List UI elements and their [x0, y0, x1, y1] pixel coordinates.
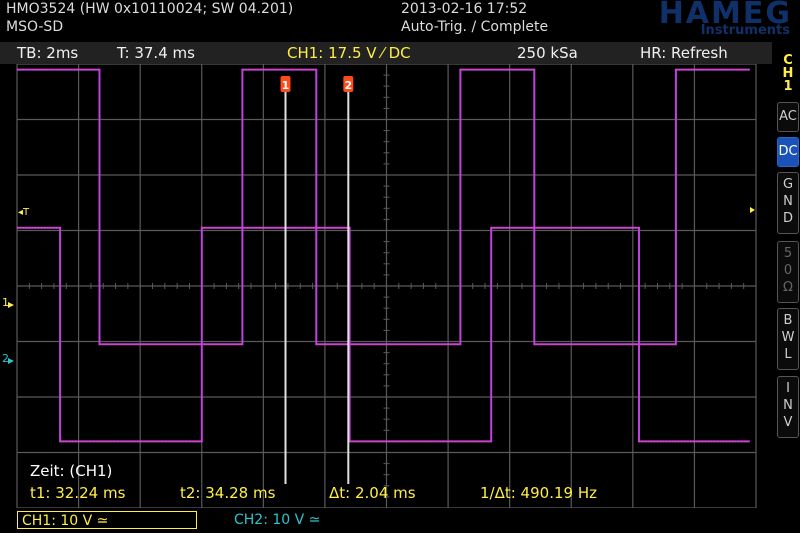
sidebar-channel-label: CH1 — [782, 53, 794, 94]
coupling-button-50ohm[interactable]: 50Ω — [777, 241, 799, 303]
trigger-time[interactable]: T: 37.4 ms — [117, 44, 195, 62]
timebase[interactable]: TB: 2ms — [17, 44, 78, 62]
coupling-button-ac[interactable]: AC — [777, 102, 799, 132]
mode-label: MSO-SD — [6, 19, 64, 35]
cursor-c1-label: 1 — [282, 79, 290, 92]
ch1-marker-arrow — [8, 302, 14, 308]
channel-sidebar: CH1 AC DC G N D 5 0 Ω B W L I N V — [776, 48, 800, 533]
trigger-status: Auto-Trig. / Complete — [401, 19, 549, 35]
readout-t2: t2: 34.28 ms — [180, 484, 276, 502]
device-model: HMO3524 (HW 0x10110024; SW 04.201) — [6, 1, 294, 17]
cursor-c2-label: 2 — [344, 79, 352, 92]
trigger-level-marker[interactable]: ◂T — [18, 207, 30, 218]
ch1-scale-button[interactable]: CH1: 10 V ≃ — [17, 511, 197, 529]
hameg-logo: HAMEG Instruments — [578, 0, 798, 40]
coupling-button-dc[interactable]: DC — [777, 137, 799, 167]
traces — [17, 68, 750, 443]
ch1-trigger-setting[interactable]: CH1: 17.5 V ⁄ DC — [287, 44, 411, 62]
readout-title: Zeit: (CH1) — [30, 462, 113, 480]
coupling-button-bwl[interactable]: BWL — [777, 308, 799, 370]
hr-mode[interactable]: HR: Refresh — [640, 44, 728, 62]
waveform-display[interactable]: 1 2 ◂T 1 2 — [0, 64, 772, 508]
channel-markers: ◂T 1 2 — [2, 207, 755, 365]
ch1-marker[interactable]: 1 — [2, 296, 9, 309]
ch2-marker-arrow — [8, 358, 14, 364]
coupling-button-gnd[interactable]: GND — [777, 172, 799, 234]
coupling-button-inv[interactable]: INV — [777, 376, 799, 438]
header-bar: HMO3524 (HW 0x10110024; SW 04.201) MSO-S… — [0, 0, 800, 42]
footer-bar: CH1: 10 V ≃ CH2: 10 V ≃ — [0, 508, 800, 533]
trigger-level-right-marker — [750, 207, 755, 213]
readout-dt: Δt: 2.04 ms — [329, 484, 416, 502]
readout-t1: t1: 32.24 ms — [30, 484, 126, 502]
sample-rate: 250 kSa — [517, 44, 578, 62]
brand-subtitle: Instruments — [700, 23, 790, 38]
datetime: 2013-02-16 17:52 — [401, 1, 528, 17]
ch2-scale-button[interactable]: CH2: 10 V ≃ — [234, 511, 320, 529]
status-bar: TB: 2ms T: 37.4 ms CH1: 17.5 V ⁄ DC 250 … — [0, 42, 772, 64]
readout-freq: 1/Δt: 490.19 Hz — [480, 484, 597, 502]
trace-ch2 — [17, 226, 750, 443]
ch2-marker[interactable]: 2 — [2, 352, 9, 365]
